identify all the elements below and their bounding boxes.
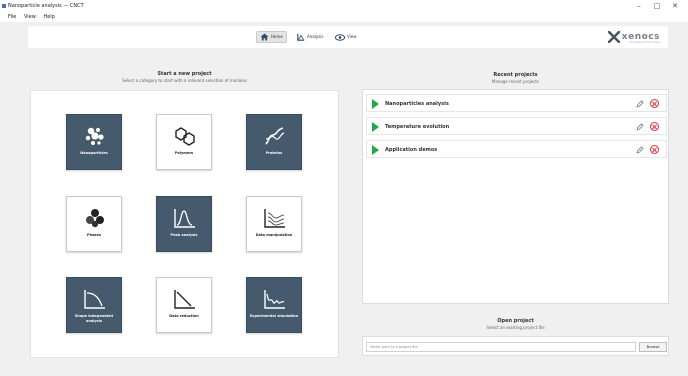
category-label: Phases <box>87 233 101 237</box>
data-manipulation-icon <box>264 209 285 228</box>
category-label: Polymers <box>174 151 194 155</box>
category-phases[interactable]: Phases <box>66 196 122 252</box>
recent-project-name: Application demos <box>385 147 438 153</box>
nav-bar: Home Analysis View xenocs Innovating for… <box>28 26 668 48</box>
nanoparticles-icon <box>85 127 104 145</box>
nav-view-label: View <box>347 34 357 39</box>
play-icon[interactable] <box>372 122 379 132</box>
data-reduction-icon <box>174 290 195 309</box>
xenocs-logo-icon <box>607 31 620 43</box>
recent-project-row[interactable]: Application demos <box>366 140 667 158</box>
menu-file[interactable]: File <box>8 14 16 20</box>
analysis-icon <box>297 33 305 41</box>
app-icon <box>2 4 6 8</box>
category-shape-independent-analysis[interactable]: Shape independent analysis <box>66 277 122 333</box>
title-bar: Nanoparticle analysis — CNCT <box>0 0 688 12</box>
category-peak-analysis[interactable]: Peak analysis <box>156 196 212 252</box>
category-nanoparticles[interactable]: Nanoparticles <box>66 114 122 170</box>
recent-project-name: Temperature evolution <box>385 124 450 130</box>
nav-view-button[interactable]: View <box>332 31 360 43</box>
recent-projects-panel: Nanoparticles analysis Temperature evolu… <box>362 89 669 304</box>
category-label: Experimental simulation <box>249 314 299 318</box>
category-label: Proteins <box>265 151 283 155</box>
shape-independent-icon <box>84 290 105 309</box>
window-title: Nanoparticle analysis — CNCT <box>8 3 84 9</box>
category-label: Data manipulation <box>255 233 293 237</box>
remove-project-icon[interactable] <box>650 99 659 108</box>
category-panel: Nanoparticles Polymers Proteins Phases P… <box>30 90 339 358</box>
nav-home-label: Home <box>271 34 283 39</box>
recent-project-row[interactable]: Temperature evolution <box>366 117 667 135</box>
rename-icon[interactable] <box>636 100 644 108</box>
new-project-subtitle: Select a category to start with a releva… <box>122 78 247 83</box>
category-experimental-simulation[interactable]: Experimental simulation <box>246 277 302 333</box>
category-label: Shape independent analysis <box>74 314 114 323</box>
recent-project-name: Nanoparticles analysis <box>385 101 449 107</box>
nav-home-button[interactable]: Home <box>256 31 287 43</box>
peak-analysis-icon <box>174 209 195 228</box>
proteins-icon <box>265 127 285 145</box>
menu-view[interactable]: View <box>24 14 36 20</box>
play-icon[interactable] <box>372 145 379 155</box>
recent-projects-subtitle: Manage recent projects <box>491 79 540 84</box>
brand-tagline: Innovating for the future <box>629 41 660 44</box>
phases-icon <box>86 209 104 228</box>
polymers-icon <box>175 127 195 146</box>
open-project-subtitle: Select an existing project file <box>486 325 545 330</box>
category-label: Peak analysis <box>170 233 198 237</box>
experimental-simulation-icon <box>264 290 285 309</box>
play-icon[interactable] <box>372 99 379 109</box>
nav-analysis-button[interactable]: Analysis <box>294 31 326 43</box>
rename-icon[interactable] <box>636 146 644 154</box>
recent-projects-title: Recent projects <box>493 72 538 78</box>
category-data-manipulation[interactable]: Data manipulation <box>246 196 302 252</box>
category-label: Nanoparticles <box>80 151 108 155</box>
category-proteins[interactable]: Proteins <box>246 114 302 170</box>
nav-analysis-label: Analysis <box>307 34 324 39</box>
menu-help[interactable]: Help <box>43 14 54 20</box>
eye-icon <box>335 33 345 41</box>
brand-logo: xenocs Innovating for the future <box>607 29 660 45</box>
open-project-title: Open project <box>497 318 534 324</box>
home-icon <box>260 33 269 41</box>
project-path-input[interactable]: Select path to a project file <box>366 342 636 352</box>
open-project-panel: Select path to a project file Browse <box>362 336 669 356</box>
category-data-reduction[interactable]: Data reduction <box>156 277 212 333</box>
recent-project-row[interactable]: Nanoparticles analysis <box>366 94 667 112</box>
category-polymers[interactable]: Polymers <box>156 114 212 170</box>
rename-icon[interactable] <box>636 123 644 131</box>
close-window-button[interactable]: ✕ <box>668 0 682 12</box>
menu-bar: File View Help <box>0 12 688 22</box>
remove-project-icon[interactable] <box>650 145 659 154</box>
browse-button[interactable]: Browse <box>639 342 667 352</box>
minimize-button[interactable]: – <box>632 0 646 12</box>
category-label: Data reduction <box>169 314 199 318</box>
new-project-title: Start a new project <box>157 71 212 77</box>
maximize-button[interactable]: □ <box>650 0 664 12</box>
remove-project-icon[interactable] <box>650 122 659 131</box>
